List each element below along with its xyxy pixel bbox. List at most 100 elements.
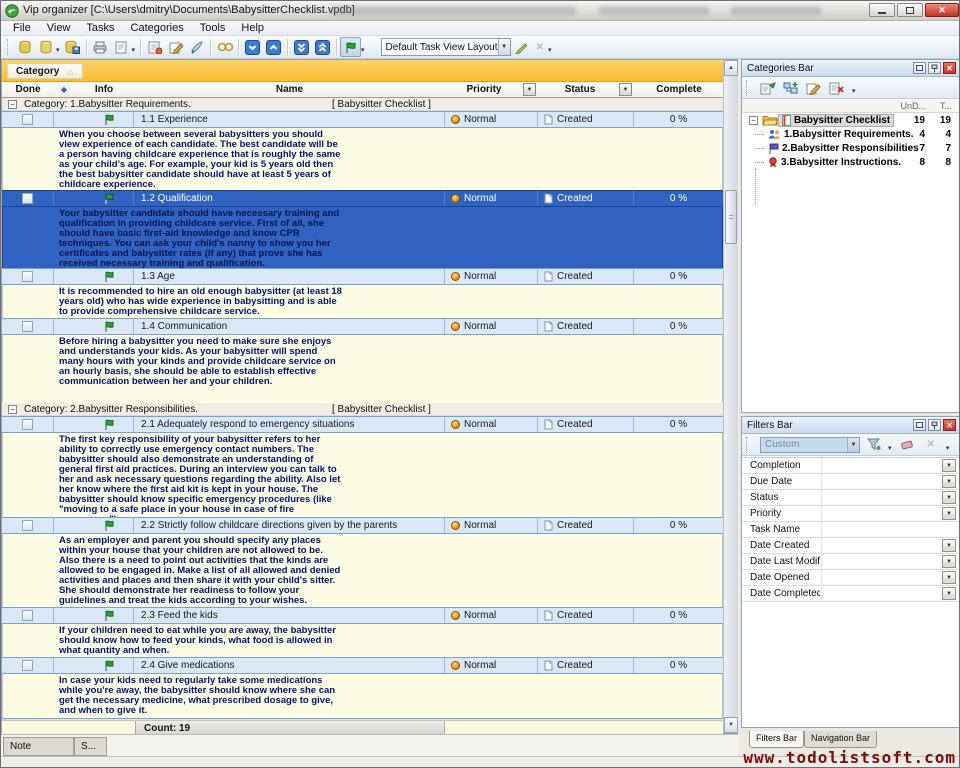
tab-navigation-bar[interactable]: Navigation Bar bbox=[804, 731, 877, 748]
column-status[interactable]: Status bbox=[538, 82, 622, 97]
tree-item-instructions[interactable]: 3.Babysitter Instructions. 8 8 bbox=[742, 155, 959, 169]
tab-filters-bar[interactable]: Filters Bar bbox=[749, 731, 804, 748]
done-checkbox[interactable] bbox=[22, 660, 33, 671]
filter-dropdown-icon[interactable]: ▾ bbox=[888, 444, 892, 452]
done-checkbox[interactable] bbox=[22, 520, 33, 531]
filter-row-date-opened[interactable]: Date Opened▼ bbox=[742, 570, 959, 586]
tree-root-checklist[interactable]: − Babysitter Checklist 19 19 bbox=[742, 113, 959, 127]
menu-tasks[interactable]: Tasks bbox=[78, 22, 122, 34]
tree-item-responsibilities[interactable]: 2.Babysitter Responsibilities 7 7 bbox=[742, 141, 959, 155]
panel-close-icon[interactable]: ✕ bbox=[943, 419, 956, 431]
task-name[interactable]: 1.4 Communication bbox=[134, 319, 445, 334]
new-task-icon[interactable] bbox=[144, 37, 165, 57]
task-row[interactable]: 1.4 Communication Normal Created 0 % bbox=[2, 318, 723, 335]
column-done[interactable]: Done bbox=[2, 82, 54, 97]
move-down-icon[interactable] bbox=[242, 37, 263, 57]
filter-row-priority[interactable]: Priority▼ bbox=[742, 506, 959, 522]
delete-task-icon[interactable] bbox=[186, 37, 207, 57]
priority-filter-dropdown-icon[interactable]: ▼ bbox=[523, 83, 536, 96]
done-checkbox[interactable] bbox=[22, 193, 33, 204]
collapse-group-icon[interactable]: − bbox=[8, 405, 17, 414]
add-list-icon[interactable] bbox=[760, 81, 776, 95]
move-bottom-icon[interactable] bbox=[291, 37, 312, 57]
task-row[interactable]: 2.2 Strictly follow childcare directions… bbox=[2, 517, 723, 534]
filter-row-date-completed[interactable]: Date Completed▼ bbox=[742, 586, 959, 602]
undone-column[interactable]: UnD... bbox=[900, 101, 926, 111]
task-name[interactable]: 2.4 Give medications bbox=[134, 658, 445, 673]
collapse-group-icon[interactable]: − bbox=[8, 100, 17, 109]
group-by-category-button[interactable]: Category △ bbox=[7, 63, 83, 79]
tab-s[interactable]: S... bbox=[74, 737, 107, 756]
vertical-scrollbar[interactable]: ▲ ▼ bbox=[723, 60, 738, 733]
task-row[interactable]: 1.1 Experience Normal Created 0 % bbox=[2, 111, 723, 128]
close-button[interactable]: ✕ bbox=[925, 3, 959, 17]
task-row[interactable]: 2.3 Feed the kids Normal Created 0 % bbox=[2, 607, 723, 624]
delete-layout-icon[interactable]: ✕ bbox=[536, 42, 544, 53]
move-top-icon[interactable] bbox=[312, 37, 333, 57]
column-priority[interactable]: Priority bbox=[445, 82, 523, 97]
scrollbar-thumb[interactable] bbox=[725, 190, 737, 244]
task-row[interactable]: 2.4 Give medications Normal Created 0 % bbox=[2, 657, 723, 674]
print-preview-icon[interactable] bbox=[111, 37, 132, 57]
column-complete[interactable]: Complete bbox=[634, 82, 724, 97]
task-view-layout-combo[interactable]: Default Task View Layout ▼ bbox=[381, 38, 511, 56]
done-checkbox[interactable] bbox=[22, 271, 33, 282]
panel-pin-icon[interactable] bbox=[928, 62, 941, 74]
column-info[interactable]: Info bbox=[74, 82, 134, 97]
move-up-icon[interactable] bbox=[263, 37, 284, 57]
scroll-up-icon[interactable]: ▲ bbox=[724, 60, 738, 76]
edit-layout-icon[interactable] bbox=[511, 37, 532, 57]
panel-close-icon[interactable]: ✕ bbox=[943, 62, 956, 74]
print-icon[interactable] bbox=[90, 37, 111, 57]
categories-toolbar-dropdown-icon[interactable]: ▾ bbox=[852, 87, 856, 95]
apply-filter-icon[interactable] bbox=[867, 438, 881, 451]
filter-dropdown-icon[interactable]: ▼ bbox=[942, 587, 956, 600]
panel-pin-icon[interactable] bbox=[928, 419, 941, 431]
done-checkbox[interactable] bbox=[22, 419, 33, 430]
print-dropdown-icon[interactable]: ▾ bbox=[132, 46, 136, 54]
menu-help[interactable]: Help bbox=[233, 22, 272, 34]
delete-category-icon[interactable] bbox=[829, 81, 845, 95]
combo-dropdown-icon[interactable]: ▼ bbox=[847, 438, 859, 452]
group-header[interactable]: − Category: 2.Babysitter Responsibilitie… bbox=[2, 403, 723, 416]
layout-dropdown-icon[interactable]: ▾ bbox=[548, 46, 552, 54]
task-name[interactable]: 1.1 Experience bbox=[134, 112, 445, 127]
filter-row-completion[interactable]: Completion▼ bbox=[742, 458, 959, 474]
priority-diamond-icon[interactable]: ◆ bbox=[54, 82, 74, 97]
task-name[interactable]: 1.3 Age bbox=[134, 269, 445, 284]
task-name[interactable]: 2.1 Adequately respond to emergency situ… bbox=[134, 417, 445, 432]
done-checkbox[interactable] bbox=[22, 610, 33, 621]
menu-file[interactable]: File bbox=[5, 22, 39, 34]
status-filter-dropdown-icon[interactable]: ▼ bbox=[619, 83, 632, 96]
filter-row-due-date[interactable]: Due Date▼ bbox=[742, 474, 959, 490]
done-checkbox[interactable] bbox=[22, 114, 33, 125]
menu-categories[interactable]: Categories bbox=[123, 22, 192, 34]
task-row[interactable]: 2.1 Adequately respond to emergency situ… bbox=[2, 416, 723, 433]
scroll-down-icon[interactable]: ▼ bbox=[724, 717, 738, 733]
tree-item-requirements[interactable]: 1.Babysitter Requirements. 4 4 bbox=[742, 127, 959, 141]
tab-note[interactable]: Note bbox=[3, 737, 74, 756]
filter-dropdown-icon[interactable]: ▼ bbox=[942, 475, 956, 488]
task-row[interactable]: 1.3 Age Normal Created 0 % bbox=[2, 268, 723, 285]
filter-row-date-created[interactable]: Date Created▼ bbox=[742, 538, 959, 554]
edit-category-icon[interactable] bbox=[806, 81, 822, 95]
edit-task-icon[interactable] bbox=[165, 37, 186, 57]
filter-dropdown-icon[interactable]: ▼ bbox=[942, 459, 956, 472]
filter-dropdown-icon[interactable]: ▼ bbox=[942, 491, 956, 504]
filter-preset-combo[interactable]: Custom ▼ bbox=[760, 437, 860, 453]
filter-row-status[interactable]: Status▼ bbox=[742, 490, 959, 506]
new-database-icon[interactable] bbox=[14, 37, 35, 57]
total-column[interactable]: T... bbox=[940, 101, 952, 111]
task-name[interactable]: 2.3 Feed the kids bbox=[134, 608, 445, 623]
open-database-dropdown-icon[interactable]: ▾ bbox=[56, 46, 60, 54]
open-database-icon[interactable] bbox=[35, 37, 56, 57]
filter-dropdown-icon[interactable]: ▼ bbox=[942, 571, 956, 584]
filter-row-task-name[interactable]: Task Name bbox=[742, 522, 959, 538]
collapse-tree-icon[interactable]: − bbox=[749, 116, 758, 125]
minimize-button[interactable] bbox=[869, 3, 895, 17]
filter-dropdown-icon[interactable]: ▼ bbox=[942, 555, 956, 568]
save-database-icon[interactable] bbox=[62, 37, 83, 57]
task-row-selected[interactable]: 1.2 Qualification Normal Created 0 % bbox=[2, 190, 723, 207]
menu-tools[interactable]: Tools bbox=[192, 22, 234, 34]
maximize-button[interactable] bbox=[897, 3, 923, 17]
